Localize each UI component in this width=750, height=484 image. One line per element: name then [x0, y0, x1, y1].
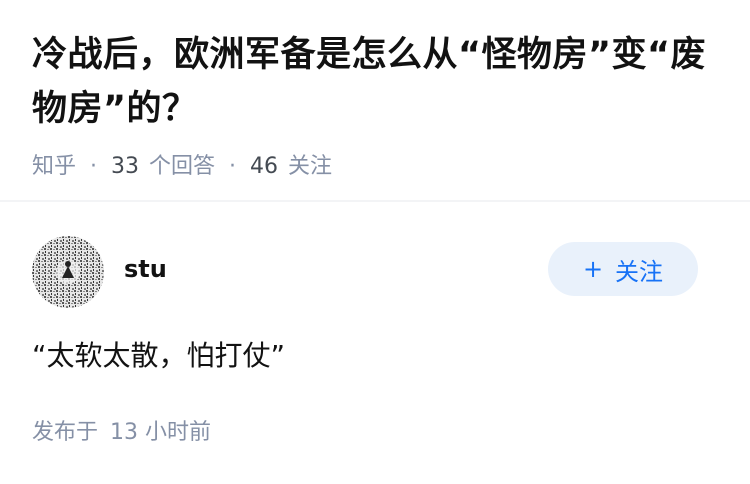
question-header: 冷战后，欧洲军备是怎么从“怪物房”变“废物房”的？ 知乎 · 33 个回答 · …: [32, 28, 722, 182]
followers-count: 46: [250, 154, 279, 179]
user-avatar-image-icon: [32, 236, 104, 308]
publish-info: 发布于 13 小时前: [32, 418, 211, 448]
publish-time: 13 小时前: [110, 420, 212, 445]
publish-label: 发布于: [32, 420, 99, 445]
answer-page: 冷战后，欧洲军备是怎么从“怪物房”变“废物房”的？ 知乎 · 33 个回答 · …: [0, 0, 750, 484]
plus-icon: +: [582, 255, 604, 283]
question-meta: 知乎 · 33 个回答 · 46 关注: [32, 152, 722, 182]
follow-button[interactable]: + 关注: [548, 242, 698, 296]
author-row: stu + 关注: [32, 234, 698, 308]
source-label[interactable]: 知乎: [32, 152, 76, 182]
meta-separator: ·: [90, 154, 98, 179]
answer-content[interactable]: “太软太散，怕打仗”: [32, 336, 285, 376]
answers-count: 33: [111, 154, 140, 179]
meta-separator: ·: [229, 154, 237, 179]
section-divider: [0, 200, 750, 202]
author-name[interactable]: stu: [124, 254, 167, 284]
follow-button-label: 关注: [615, 257, 664, 286]
avatar[interactable]: [32, 236, 104, 308]
answers-label[interactable]: 个回答: [149, 152, 215, 182]
question-title[interactable]: 冷战后，欧洲军备是怎么从“怪物房”变“废物房”的？: [32, 28, 722, 136]
followers-label: 关注: [288, 154, 333, 179]
